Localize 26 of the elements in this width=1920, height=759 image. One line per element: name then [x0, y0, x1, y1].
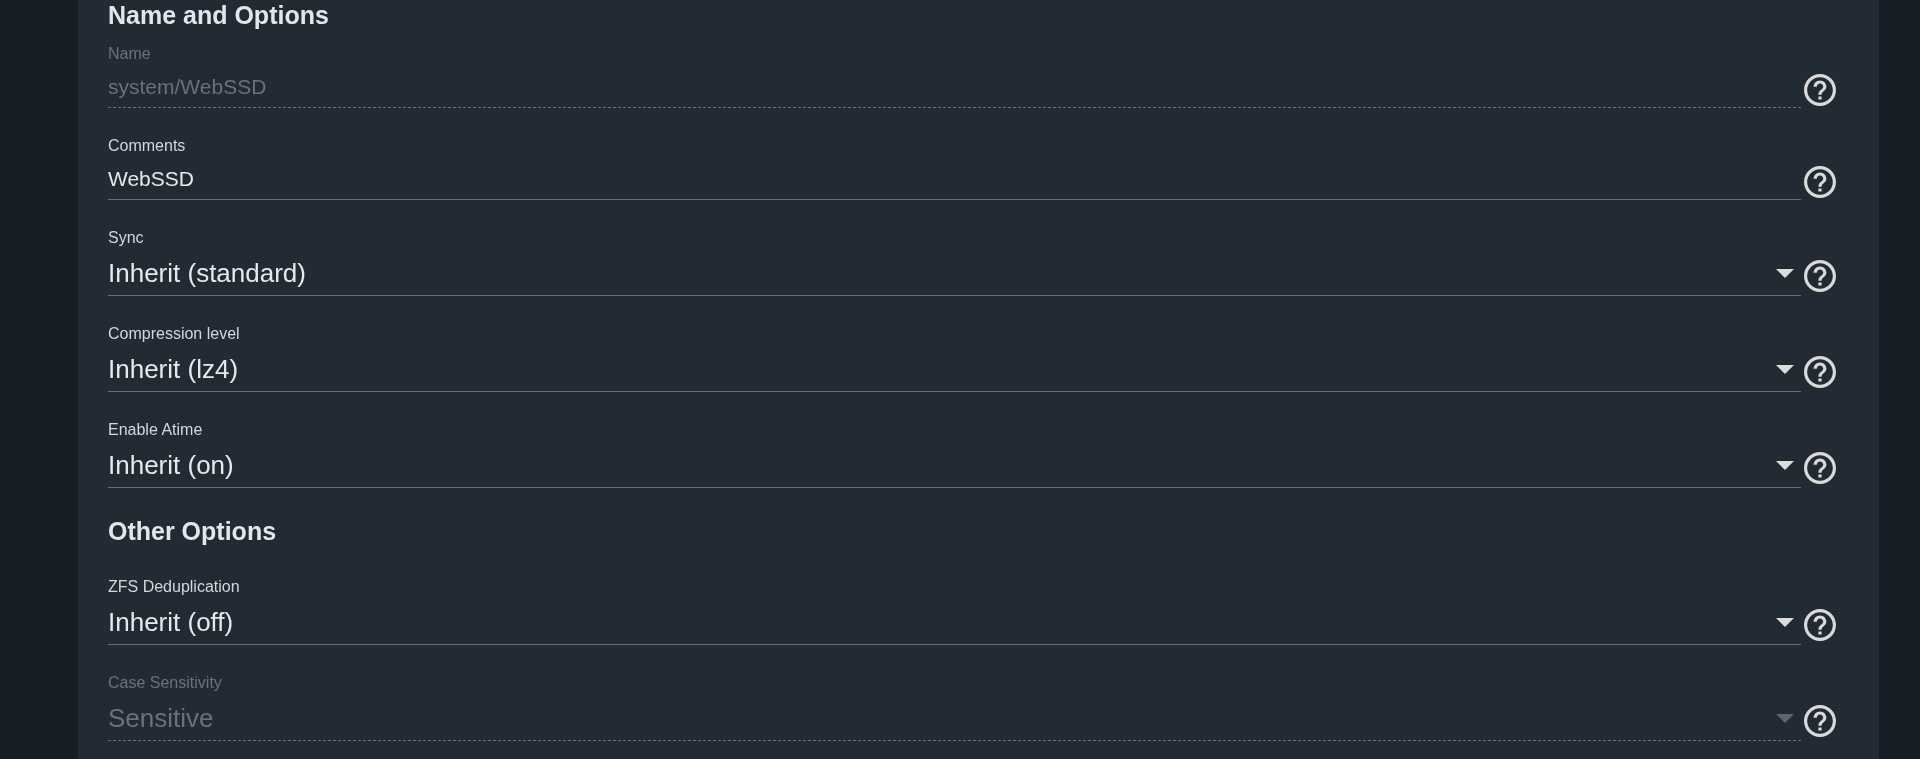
field-label: Sync	[108, 228, 145, 248]
caret-icon	[1776, 460, 1794, 470]
help-icon[interactable]	[1804, 356, 1836, 388]
help-icon[interactable]	[1804, 705, 1836, 737]
select-field[interactable]: Inherit (off)	[108, 605, 1801, 645]
field-label: Case Sensitivity	[108, 673, 223, 693]
caret-icon	[1776, 364, 1794, 374]
help-icon[interactable]	[1804, 609, 1836, 641]
field-label: Name	[108, 44, 152, 64]
select-field[interactable]: Inherit (on)	[108, 448, 1801, 488]
help-icon[interactable]	[1804, 452, 1836, 484]
section-heading: Name and Options	[108, 1, 330, 29]
caret-icon	[1776, 617, 1794, 627]
field-label: ZFS Deduplication	[108, 577, 241, 597]
text-input[interactable]: WebSSD	[108, 164, 1801, 200]
help-icon[interactable]	[1804, 260, 1836, 292]
help-icon[interactable]	[1804, 74, 1836, 106]
select-field[interactable]: Inherit (standard)	[108, 256, 1801, 296]
field-label: Enable Atime	[108, 420, 204, 440]
select-field[interactable]: Inherit (lz4)	[108, 352, 1801, 392]
field-label: Compression level	[108, 324, 241, 344]
caret-icon	[1776, 713, 1794, 723]
help-icon[interactable]	[1804, 166, 1836, 198]
caret-icon	[1776, 268, 1794, 278]
section-heading: Other Options	[108, 516, 278, 546]
field-label: Comments	[108, 136, 187, 156]
